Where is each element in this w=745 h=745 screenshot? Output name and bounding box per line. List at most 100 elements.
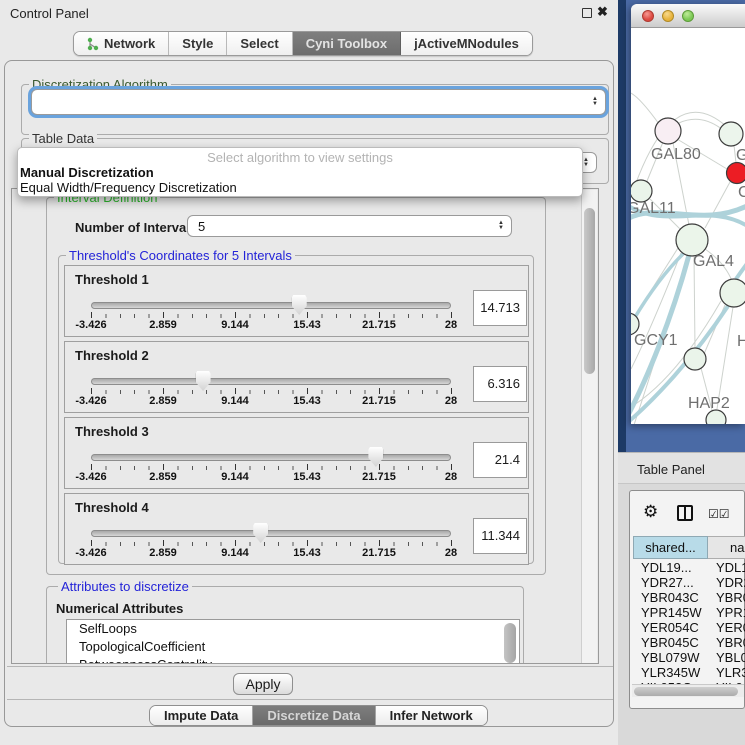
tick-label: 2.859	[149, 471, 177, 483]
network-edge-thick[interactable]	[736, 261, 745, 279]
combo-arrows-icon: ▲▼	[592, 90, 598, 114]
cell-shared-name: YPR145W	[641, 605, 702, 620]
tab-cyni-toolbox[interactable]: Cyni Toolbox	[293, 32, 401, 55]
tick-label: 2.859	[149, 395, 177, 407]
table-data-group-title: Table Data	[29, 131, 97, 146]
tick-label: 21.715	[362, 471, 396, 483]
attributes-group-title: Attributes to discretize	[58, 579, 192, 594]
scrollbar-thumb[interactable]	[584, 208, 595, 374]
threshold-box: Threshold 1-3.4262.8599.14415.4321.71528…	[64, 265, 529, 337]
slider-major-ticks	[91, 312, 453, 318]
network-node-gal4[interactable]	[676, 224, 708, 256]
tick-label: 2.859	[149, 319, 177, 331]
float-window-icon[interactable]	[582, 8, 592, 18]
tab-style[interactable]: Style	[169, 32, 227, 55]
dropdown-hint: Select algorithm to view settings	[18, 150, 582, 165]
tick-label: 2.859	[149, 547, 177, 559]
list-scrollbar[interactable]	[504, 623, 516, 663]
network-edge[interactable]	[705, 182, 730, 228]
tick-label: 28	[445, 471, 457, 483]
slider-track[interactable]	[91, 302, 451, 309]
threshold-value-field[interactable]: 21.4	[473, 442, 527, 478]
network-node-h[interactable]	[720, 279, 745, 307]
close-icon[interactable]: ✖	[597, 4, 608, 20]
tick-label: -3.426	[75, 319, 106, 331]
column-header-shared[interactable]: shared...	[633, 536, 708, 559]
cell-shared-name: YDL19...	[641, 560, 692, 575]
settings-scrollpane: Interval Definition Number of Intervals …	[11, 188, 599, 664]
threshold-label: Threshold 3	[75, 424, 149, 439]
network-edge[interactable]	[679, 119, 723, 130]
network-window-titlebar[interactable]	[631, 4, 745, 28]
network-node-ga[interactable]	[719, 122, 743, 146]
cell-shared-name: YDR27...	[641, 575, 694, 590]
slider-track[interactable]	[91, 378, 451, 385]
tab-infer-network[interactable]: Infer Network	[376, 706, 487, 725]
tick-label: 9.144	[221, 319, 249, 331]
columns-icon[interactable]	[677, 505, 693, 521]
dropdown-option[interactable]: Equal Width/Frequency Discretization	[18, 180, 582, 195]
slider-track[interactable]	[91, 454, 451, 461]
zoom-traffic-light-icon[interactable]	[682, 10, 694, 22]
threshold-value-field[interactable]: 11.344	[473, 518, 527, 554]
slider-major-ticks	[91, 464, 453, 470]
threshold-value-field[interactable]: 14.713	[473, 290, 527, 326]
network-canvas[interactable]: GAL80GACGAL11GAL4GCY1HHAP2	[631, 29, 745, 424]
attribute-list-item[interactable]: BetweennessCentrality	[67, 656, 519, 664]
slider-major-ticks	[91, 388, 453, 394]
tab-select[interactable]: Select	[227, 32, 292, 55]
screen: Control Panel ✖ NetworkStyleSelectCyni T…	[0, 0, 745, 745]
network-edge[interactable]	[631, 93, 659, 124]
dropdown-option[interactable]: Manual Discretization	[18, 165, 582, 180]
table-panel-header: Table Panel	[618, 452, 745, 484]
network-node-c[interactable]	[727, 163, 745, 184]
attribute-list-item[interactable]: TopologicalCoefficient	[67, 638, 519, 656]
scrollbar-thumb[interactable]	[634, 687, 738, 696]
network-node-label: GAL11	[631, 200, 676, 217]
column-header-name[interactable]: na	[708, 536, 745, 559]
numerical-attributes-label: Numerical Attributes	[56, 601, 183, 616]
cell-name: YER0	[716, 620, 745, 635]
network-edge[interactable]	[717, 307, 733, 409]
apply-button[interactable]: Apply	[233, 673, 293, 695]
threshold-box: Threshold 4-3.4262.8599.14415.4321.71528…	[64, 493, 529, 565]
cell-shared-name: YLR345W	[641, 665, 700, 680]
num-intervals-combobox[interactable]: 5 ▲▼	[187, 215, 512, 237]
num-intervals-value: 5	[188, 219, 511, 234]
vertical-scrollbar[interactable]	[581, 190, 597, 664]
close-traffic-light-icon[interactable]	[642, 10, 654, 22]
tab-discretize-data[interactable]: Discretize Data	[253, 706, 375, 725]
threshold-label: Threshold 4	[75, 500, 149, 515]
checkbox-icons[interactable]: ☑☑	[708, 507, 730, 521]
tick-label: 9.144	[221, 395, 249, 407]
tab-label: jActiveMNodules	[414, 36, 519, 51]
network-node[interactable]	[706, 410, 726, 424]
cell-name: YLR3	[716, 665, 745, 680]
algorithm-dropdown-popup: Select algorithm to view settings Manual…	[17, 147, 583, 197]
algorithm-combobox[interactable]: ▲▼	[31, 89, 606, 115]
tab-impute-data[interactable]: Impute Data	[150, 706, 253, 725]
tab-label: Select	[240, 36, 278, 51]
tab-jactivemnodules[interactable]: jActiveMNodules	[401, 32, 532, 55]
table-header-row: shared... na	[633, 536, 745, 559]
slider-major-ticks	[91, 540, 453, 546]
network-node-label: C	[738, 184, 745, 201]
tab-label: Network	[104, 36, 155, 51]
apply-bar: Apply	[7, 666, 613, 700]
network-node-hap2[interactable]	[684, 348, 706, 370]
minimize-traffic-light-icon[interactable]	[662, 10, 674, 22]
tick-label: -3.426	[75, 547, 106, 559]
threshold-box: Threshold 3-3.4262.8599.14415.4321.71528…	[64, 417, 529, 489]
attribute-list-item[interactable]: SelfLoops	[67, 620, 519, 638]
gear-icon[interactable]: ⚙	[643, 502, 658, 522]
network-node-gal11[interactable]	[631, 180, 652, 202]
network-node-label: H	[737, 333, 745, 350]
tab-network[interactable]: Network	[74, 32, 169, 55]
tick-label: 21.715	[362, 547, 396, 559]
slider-track[interactable]	[91, 530, 451, 537]
threshold-value-field[interactable]: 6.316	[473, 366, 527, 402]
horizontal-scrollbar[interactable]	[632, 684, 744, 697]
network-node-label: GAL80	[651, 146, 701, 163]
cell-shared-name: YBR045C	[641, 635, 699, 650]
network-node-gal80[interactable]	[655, 118, 681, 144]
